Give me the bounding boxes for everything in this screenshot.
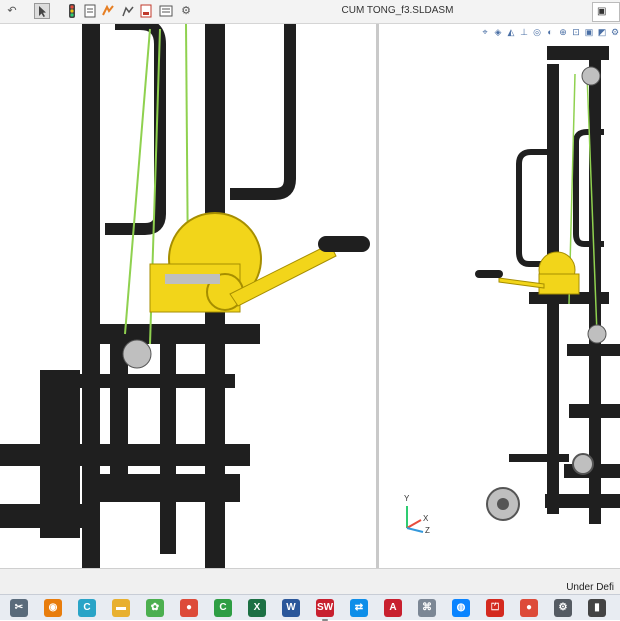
triad-y-label: Y [404,494,410,503]
graphics-viewport-right[interactable]: Y X Z [379,24,620,568]
taskbar-file-explorer-icon[interactable]: ▬ [112,599,130,617]
display-style-icon[interactable]: ⊥ [519,26,529,38]
taskbar-solidworks-icon[interactable]: SW [316,599,334,621]
display-icon[interactable] [158,3,174,19]
taskbar-settings-icon[interactable]: ⚙ [554,599,572,617]
options-icon[interactable]: ⚙ [178,3,194,19]
assembly-icon[interactable] [120,3,136,19]
section-view-icon[interactable]: ◭ [506,26,516,38]
taskbar-snipping-tool-icon[interactable]: ✂ [10,599,28,617]
hide-show-icon[interactable]: ◎ [532,26,542,38]
triad-x-label: X [423,514,429,523]
taskbar-hub-icon[interactable]: ✿ [146,599,164,617]
taskbar-messenger-icon[interactable]: ◍ [452,599,470,617]
select-icon[interactable] [34,3,50,19]
taskbar-clipchamp-icon[interactable]: C [78,599,96,617]
edit-appearance-icon[interactable]: ◐ [545,26,555,38]
taskbar-excel-icon[interactable]: X [248,599,266,617]
view-orientation-icon[interactable]: ◈ [493,26,503,38]
status-bar: Under Defi [0,568,620,594]
rebuild-icon[interactable] [100,3,116,19]
taskbar-acrobat-icon[interactable]: ⏍ [486,599,504,617]
render-icon[interactable]: ▣ [584,26,594,38]
taskbar-camtasia-icon[interactable]: C [214,599,232,617]
triad-z-label: Z [425,526,430,535]
display-pane-icon[interactable]: ◩ [597,26,607,38]
window-title: CUM TONG_f3.SLDASM [341,5,454,16]
search-icon: ▣ [597,6,607,17]
taskbar-blender-icon[interactable]: ◉ [44,599,62,617]
title-bar: ↶ ⚙ CUM TONG_f3.SLDASM ▣ Se [0,0,620,35]
taskbar: ✂ ◉ C ▬ ✿ ● C X W SW ⇄ A ⌘ ◍ ⏍ ● ⚙ ▮ [0,594,620,621]
taskbar-word-icon[interactable]: W [282,599,300,617]
model-closeup [0,24,370,568]
model-overview [475,46,620,524]
heads-up-view-toolbar: ⌖ ◈ ◭ ⊥ ◎ ◐ ⊕ ⊡ ▣ ◩ ⚙ [480,26,620,40]
taskbar-teamviewer-icon[interactable]: ⇄ [350,599,368,617]
more-view-icon[interactable]: ⚙ [610,26,620,38]
status-text: Under Defi [566,582,614,593]
taskbar-chrome-icon[interactable]: ● [180,599,198,617]
view-settings-icon[interactable]: ⊡ [571,26,581,38]
axis-triad: Y X Z [399,494,439,536]
zoom-to-fit-icon[interactable]: ⌖ [480,26,490,38]
traffic-light-icon[interactable] [64,3,80,19]
taskbar-autocad-icon[interactable]: A [384,599,402,617]
save-icon[interactable] [138,3,154,19]
taskbar-more-icon[interactable]: ▮ [588,599,606,617]
taskbar-network-icon[interactable]: ⌘ [418,599,436,617]
file-properties-icon[interactable] [82,3,98,19]
search-box[interactable]: ▣ Se [592,2,620,35]
scene-icon[interactable]: ⊕ [558,26,568,38]
undo-icon[interactable]: ↶ [4,3,20,19]
graphics-viewport-left[interactable] [0,24,376,568]
taskbar-chrome-2-icon[interactable]: ● [520,599,538,617]
